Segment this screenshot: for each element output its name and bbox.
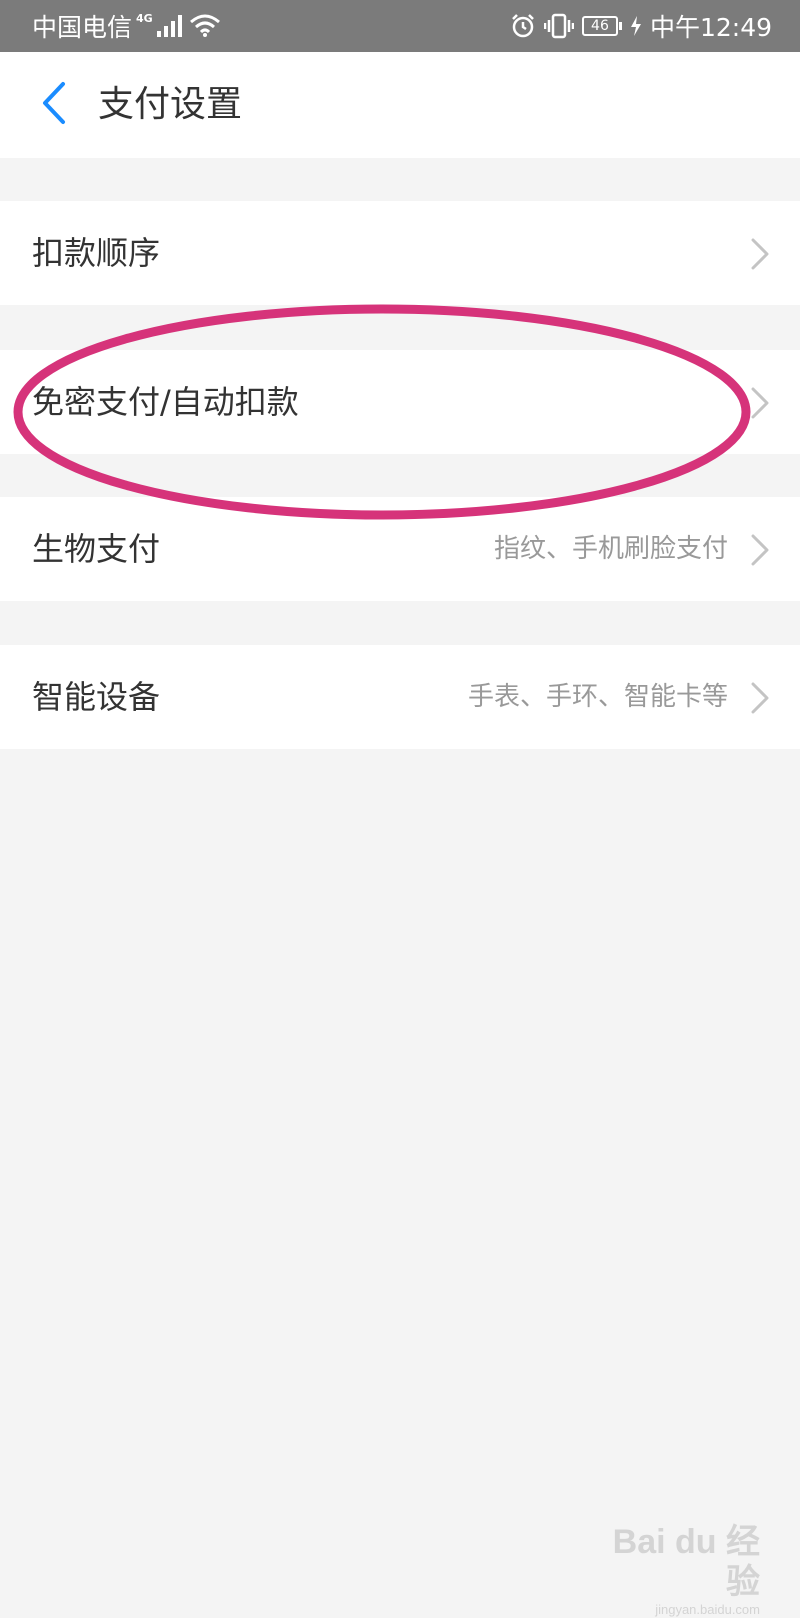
setting-deduction-order[interactable]: 扣款顺序 [0, 201, 800, 305]
row-label: 扣款顺序 [32, 234, 161, 272]
battery-level: 46 [591, 18, 609, 34]
chevron-left-icon [39, 81, 69, 129]
status-left: 中国电信 4G [32, 0, 221, 52]
status-right: 46 中午12:49 [510, 0, 772, 52]
header: 支付设置 [0, 52, 800, 158]
row-label: 生物支付 [32, 530, 161, 568]
chevron-right-icon [750, 386, 770, 420]
status-bar: 中国电信 4G 46 中午12:49 [0, 0, 800, 52]
watermark-logo: Bai du 经验 [612, 1523, 760, 1601]
battery-icon: 46 [581, 16, 622, 36]
setting-biometric-payment[interactable]: 生物支付 指纹、手机刷脸支付 [0, 497, 800, 601]
carrier-label: 中国电信 [32, 13, 133, 42]
page-title: 支付设置 [98, 84, 243, 125]
charging-icon [630, 15, 642, 37]
setting-password-free-payment[interactable]: 免密支付/自动扣款 [0, 350, 800, 454]
row-label: 智能设备 [32, 678, 161, 716]
chevron-right-icon [750, 681, 770, 715]
clock: 中午12:49 [649, 13, 772, 42]
row-label: 免密支付/自动扣款 [32, 383, 299, 421]
chevron-right-icon [750, 533, 770, 567]
network-type: 4G [136, 12, 153, 25]
setting-smart-devices[interactable]: 智能设备 手表、手环、智能卡等 [0, 645, 800, 749]
back-button[interactable] [22, 72, 86, 138]
watermark-url: jingyan.baidu.com [655, 1602, 760, 1617]
row-detail: 指纹、手机刷脸支付 [493, 534, 728, 564]
watermark: Bai du 经验 jingyan.baidu.com [610, 1522, 760, 1617]
vibrate-icon [543, 13, 574, 39]
row-detail: 手表、手环、智能卡等 [467, 682, 728, 712]
wifi-icon [189, 14, 221, 38]
signal-icon [156, 14, 185, 38]
alarm-icon [510, 13, 536, 39]
chevron-right-icon [750, 237, 770, 271]
